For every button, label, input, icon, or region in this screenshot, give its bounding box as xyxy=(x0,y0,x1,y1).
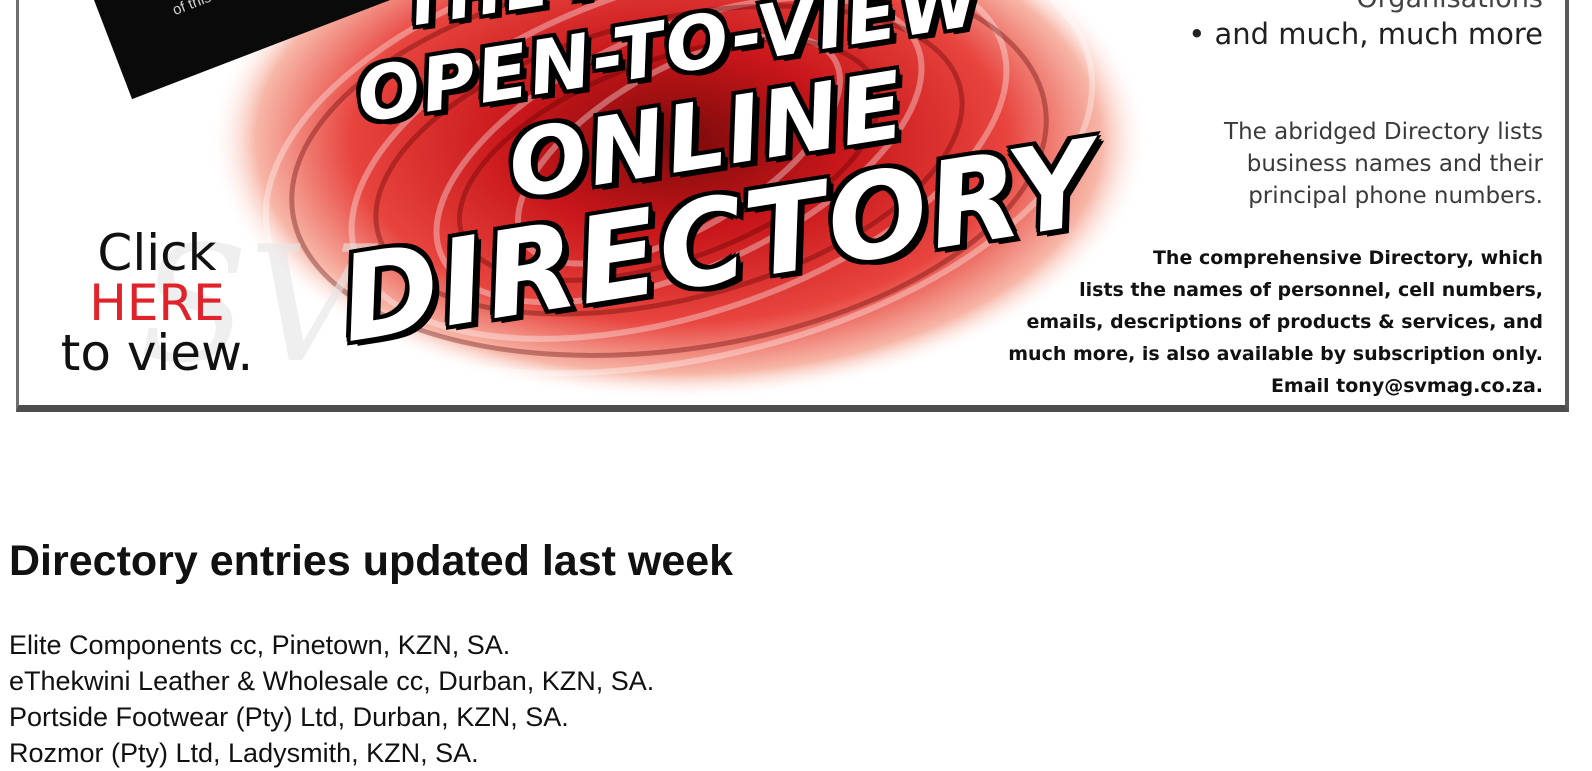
directory-entry[interactable]: eThekwini Leather & Wholesale cc, Durban… xyxy=(9,663,654,699)
full-desc-line: lists the names of personnel, cell numbe… xyxy=(1079,279,1543,301)
bullet-much-more: • and much, much more xyxy=(1188,17,1543,51)
comprehensive-description: The comprehensive Directory, which lists… xyxy=(1008,242,1543,402)
abridged-description: The abridged Directory lists business na… xyxy=(1224,116,1543,212)
full-desc-line: emails, descriptions of products & servi… xyxy=(1026,311,1543,333)
directory-entry[interactable]: Elite Components cc, Pinetown, KZN, SA. xyxy=(9,627,654,663)
full-desc-line: much more, is also available by subscrip… xyxy=(1008,343,1543,365)
section-heading: Directory entries updated last week xyxy=(9,537,734,585)
abridged-desc-line: The abridged Directory lists xyxy=(1224,119,1543,145)
directory-entries-list: Elite Components cc, Pinetown, KZN, SA. … xyxy=(9,627,654,771)
directory-entry[interactable]: Rozmor (Pty) Ltd, Ladysmith, KZN, SA. xyxy=(9,735,654,771)
click-label: Click xyxy=(97,224,217,282)
abridged-desc-line: business names and their xyxy=(1246,151,1543,177)
full-desc-line: The comprehensive Directory, which xyxy=(1152,247,1543,269)
directory-entry[interactable]: Portside Footwear (Pty) Ltd, Durban, KZN… xyxy=(9,699,654,735)
abridged-desc-line: principal phone numbers. xyxy=(1248,183,1543,209)
bullet-organisations: Organisations xyxy=(1356,0,1543,14)
directory-banner-link[interactable]: SV The f of this Direc THE ABR OPEN-TO-V… xyxy=(16,0,1569,412)
here-label: HERE xyxy=(89,274,225,332)
click-here-callout[interactable]: Click HERE to view. xyxy=(47,228,267,378)
contact-email-line: Email tony@svmag.co.za. xyxy=(1270,375,1543,397)
to-view-label: to view. xyxy=(60,324,254,382)
